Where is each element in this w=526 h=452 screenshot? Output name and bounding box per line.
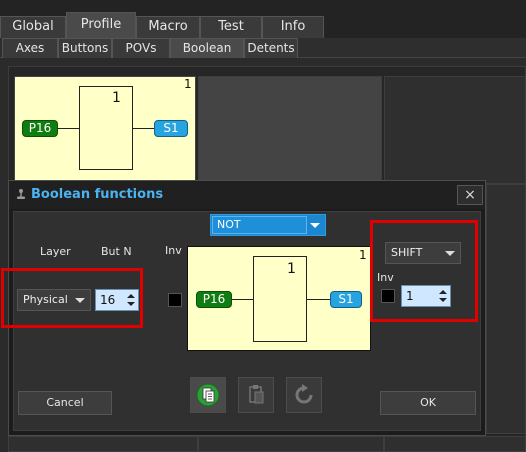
subtab-buttons[interactable]: Buttons [58,38,112,58]
shift-inv-label: Inv [377,271,394,284]
undo-button[interactable] [286,377,322,413]
diagram-gate-number: 1 [287,261,296,277]
chevron-down-icon [75,298,85,303]
input-wire [58,128,80,129]
boolean-slot[interactable] [384,76,526,184]
butn-label: But N [101,245,132,258]
butn-spinbox-value: 16 [100,293,116,307]
spin-up-icon[interactable] [439,290,447,294]
diagram-output-node[interactable]: S1 [330,291,362,308]
shift-dropdown[interactable]: SHIFT [385,242,461,264]
layer-dropdown[interactable]: Physical [17,289,91,311]
diagram-input-wire [232,299,254,300]
function-dropdown[interactable]: NOT [210,214,326,236]
subtab-detents[interactable]: Detents [244,38,298,58]
diagram-input-node[interactable]: P16 [196,291,232,308]
shift-dropdown-value: SHIFT [391,246,423,259]
shift-spinbox[interactable]: 1 [401,285,451,307]
undo-icon [295,384,313,404]
function-dropdown-value: NOT [217,218,241,231]
inv-checkbox[interactable] [168,293,182,307]
inv-label: Inv [165,244,182,257]
diagram-not-gate [253,256,307,342]
gate-number: 1 [112,90,121,106]
output-wire [133,128,155,129]
diagram-output-wire [307,299,331,300]
chevron-down-icon [310,223,320,228]
boolean-slot[interactable] [384,436,526,452]
joystick-icon [17,189,25,199]
tab-info[interactable]: Info [262,16,324,38]
input-node: P16 [22,120,58,137]
butn-spinbox[interactable]: 16 [95,289,139,311]
paste-button[interactable] [238,377,274,413]
layer-dropdown-value: Physical [23,293,68,306]
chevron-down-icon [445,251,455,256]
copy-icon [196,383,220,407]
tab-profile[interactable]: Profile [66,12,136,38]
dialog-title-bar: Boolean functions × [9,181,485,209]
app-window: Global Profile Macro Test Info Axes Butt… [0,0,526,452]
output-node: S1 [154,120,188,137]
boolean-slot[interactable] [198,76,382,184]
tab-global[interactable]: Global [0,16,66,38]
paste-icon [249,385,264,404]
subtab-axes[interactable]: Axes [2,38,58,58]
subtab-povs[interactable]: POVs [112,38,170,58]
ok-button[interactable]: OK [380,391,476,415]
spin-down-icon[interactable] [127,302,135,306]
not-gate-box [79,86,133,170]
cancel-button[interactable]: Cancel [18,391,112,415]
block-number: 1 [184,77,192,91]
boolean-slot[interactable] [486,184,526,434]
layer-label: Layer [40,245,71,258]
tab-macro[interactable]: Macro [136,16,200,38]
diagram-block-number: 1 [359,248,367,262]
tab-test[interactable]: Test [200,16,262,38]
spin-up-icon[interactable] [127,294,135,298]
shift-spinbox-value: 1 [406,289,414,303]
dialog-title: Boolean functions [31,187,164,202]
subtab-boolean[interactable]: Boolean [170,38,244,58]
boolean-slot[interactable] [198,436,384,452]
spin-down-icon[interactable] [439,298,447,302]
copy-button[interactable] [190,377,226,413]
close-button[interactable]: × [457,185,483,205]
shift-inv-checkbox[interactable] [381,289,395,303]
boolean-slot[interactable] [8,436,198,452]
